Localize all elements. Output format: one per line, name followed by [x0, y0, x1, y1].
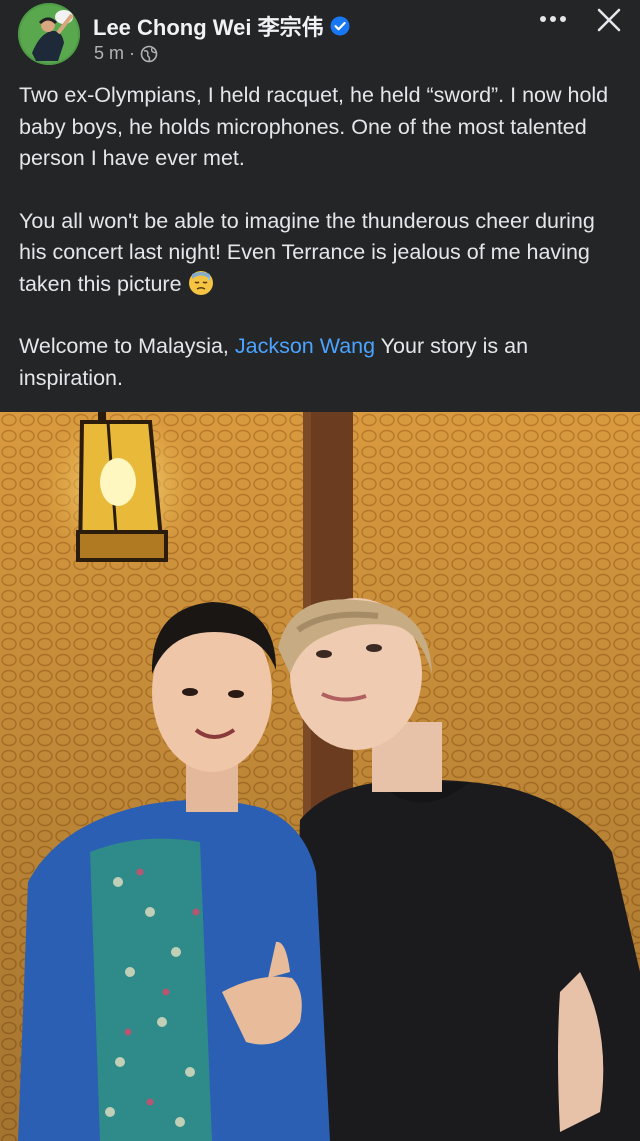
post-text: Two ex-Olympians, I held racquet, he hel…	[19, 80, 624, 394]
close-icon	[597, 8, 621, 32]
avatar-image	[18, 3, 80, 65]
verified-badge-icon	[330, 16, 350, 36]
globe-icon[interactable]	[140, 45, 158, 63]
more-options-button[interactable]	[536, 6, 570, 32]
more-horizontal-icon	[540, 16, 566, 22]
post-photo[interactable]	[0, 412, 640, 1141]
post-paragraph-2: You all won't be able to imagine the thu…	[19, 206, 624, 301]
post-header: Lee Chong Wei 李宗伟 5 m ·	[0, 0, 640, 70]
author-name[interactable]: Lee Chong Wei 李宗伟	[93, 10, 350, 42]
photo-illustration	[0, 412, 640, 1141]
post-paragraph-1: Two ex-Olympians, I held racquet, he hel…	[19, 83, 609, 170]
post-meta: 5 m ·	[94, 43, 158, 64]
meta-separator: ·	[129, 43, 136, 63]
downcast-sweat-emoji-icon	[188, 270, 214, 296]
author-name-text[interactable]: Lee Chong Wei 李宗伟	[93, 10, 324, 42]
mention-link[interactable]: Jackson Wang	[235, 334, 375, 358]
wall-lamp	[76, 412, 168, 562]
timestamp[interactable]: 5 m	[94, 43, 124, 64]
avatar[interactable]	[18, 3, 80, 65]
close-button[interactable]	[593, 4, 625, 36]
post-paragraph-3: Welcome to Malaysia, Jackson Wang Your s…	[19, 331, 624, 394]
post-paragraph-2-text: You all won't be able to imagine the thu…	[19, 208, 595, 296]
post-paragraph-3-prefix: Welcome to Malaysia,	[19, 334, 235, 358]
